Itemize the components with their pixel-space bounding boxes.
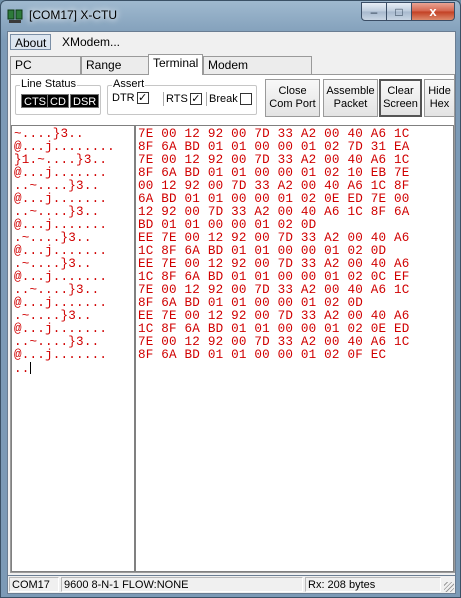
resize-grip[interactable] — [444, 582, 454, 592]
minimize-icon: – — [370, 4, 378, 19]
app-window: [COM17] X-CTU – □ x About XModem... PC S… — [0, 0, 461, 598]
dtr-checkbox[interactable]: ✓ — [136, 92, 149, 104]
dtr-option[interactable]: DTR ✓ — [112, 92, 149, 104]
close-icon: x — [429, 4, 437, 19]
rts-checkbox[interactable]: ✓ — [189, 93, 202, 105]
rts-label: RTS — [166, 93, 188, 105]
dsr-indicator: DSR — [70, 94, 100, 108]
hex-lines: 7E 00 12 92 00 7D 33 A2 00 40 A6 1C 8F 6A… — [138, 128, 410, 362]
clear-screen-button[interactable]: Clear Screen — [379, 79, 422, 117]
break-label: Break — [209, 93, 238, 105]
ascii-line: .. — [14, 362, 31, 376]
assemble-packet-button[interactable]: Assemble Packet — [323, 79, 378, 117]
close-com-line1: Close — [278, 85, 307, 97]
hide-hex-line1: Hide — [428, 85, 451, 97]
assert-label: Assert — [112, 78, 146, 90]
rts-option[interactable]: RTS ✓ — [160, 92, 202, 106]
status-port: COM17 — [9, 577, 59, 592]
title-bar[interactable]: [COM17] X-CTU – □ x — [1, 1, 460, 31]
break-checkbox[interactable] — [239, 93, 252, 105]
dtr-label: DTR — [112, 92, 135, 104]
tab-modem-configuration[interactable]: Modem Configuration — [203, 56, 312, 86]
separator — [206, 92, 207, 106]
status-config: 9600 8-N-1 FLOW:NONE — [61, 577, 303, 592]
hide-hex-button[interactable]: Hide Hex — [424, 79, 455, 117]
terminal-hex-pane[interactable]: 7E 00 12 92 00 7D 33 A2 00 40 A6 1C 8F 6A… — [135, 125, 454, 572]
tab-range-test[interactable]: Range Test — [81, 56, 149, 86]
assert-group: Assert DTR ✓ RTS ✓ Break — [107, 78, 257, 115]
close-button[interactable]: x — [411, 2, 455, 21]
ascii-line: @...j....... — [14, 348, 108, 362]
assemble-line2: Packet — [333, 98, 368, 110]
status-rx: Rx: 208 bytes — [305, 577, 441, 592]
terminal-ascii-pane[interactable]: ~....}3.. @...j........}1.~....}3.. @...j.… — [11, 125, 135, 572]
break-option[interactable]: Break — [203, 92, 252, 106]
cts-indicator: CTS — [21, 94, 49, 108]
tab-terminal[interactable]: Terminal — [148, 54, 203, 75]
tab-strip: PC Settings Range Test Terminal Modem Co… — [8, 54, 455, 86]
window-title: [COM17] X-CTU — [29, 8, 118, 22]
hex-line: 8F 6A BD 01 01 00 00 01 02 0F EC — [138, 348, 387, 362]
maximize-button[interactable]: □ — [386, 2, 412, 21]
clear-line1: Clear — [387, 85, 414, 97]
hide-hex-line2: Hex — [429, 98, 450, 110]
client-area: About XModem... PC Settings Range Test T… — [7, 31, 456, 576]
text-cursor — [29, 362, 31, 374]
menu-xmodem[interactable]: XModem... — [58, 34, 124, 50]
clear-line2: Screen — [383, 98, 418, 110]
cd-indicator: CD — [47, 94, 69, 108]
line-status-group: Line Status CTS CD DSR — [15, 78, 101, 115]
menu-bar: About XModem... — [8, 32, 455, 52]
status-bar: COM17 9600 8-N-1 FLOW:NONE Rx: 208 bytes — [7, 576, 456, 594]
menu-about[interactable]: About — [10, 34, 52, 50]
xctu-app-icon — [7, 9, 23, 23]
maximize-icon: □ — [395, 4, 403, 19]
close-com-line2: Com Port — [269, 98, 316, 110]
terminal-panel: Line Status CTS CD DSR Assert DTR ✓ RTS … — [10, 74, 455, 573]
ascii-lines: ~....}3.. @...j........}1.~....}3.. @...j.… — [14, 128, 115, 376]
line-status-label: Line Status — [20, 78, 78, 90]
assemble-line1: Assemble — [326, 85, 375, 97]
minimize-button[interactable]: – — [361, 2, 387, 21]
separator — [163, 92, 164, 106]
tab-pc-settings[interactable]: PC Settings — [10, 56, 81, 86]
close-com-port-button[interactable]: Close Com Port — [265, 79, 320, 117]
